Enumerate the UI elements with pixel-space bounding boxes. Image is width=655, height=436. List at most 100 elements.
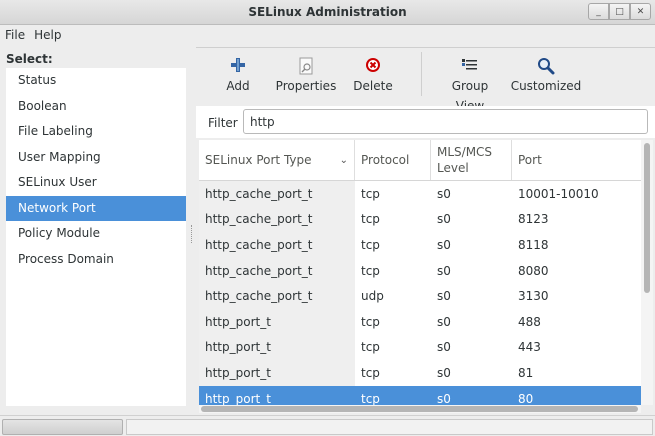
cell-port: 3130 xyxy=(518,289,549,304)
menu-bar: File Help xyxy=(0,25,655,45)
cell-mls-level: s0 xyxy=(437,314,451,329)
vertical-scroll-thumb[interactable] xyxy=(644,143,650,293)
cell-protocol: tcp xyxy=(361,212,380,227)
sidebar-item-selinux-user[interactable]: SELinux User xyxy=(6,170,186,196)
cell-mls-level: s0 xyxy=(437,186,451,201)
column-header-protocol[interactable]: Protocol xyxy=(355,140,431,180)
cell-protocol: tcp xyxy=(361,237,380,252)
progress-bar xyxy=(2,419,123,435)
add-label: Add xyxy=(226,79,250,93)
filter-input[interactable] xyxy=(243,109,648,134)
delete-label: Delete xyxy=(353,79,393,93)
cell-protocol: tcp xyxy=(361,391,380,405)
pane-resize-handle[interactable] xyxy=(191,225,193,243)
cell-protocol: tcp xyxy=(361,314,380,329)
properties-icon xyxy=(270,48,342,76)
delete-icon xyxy=(346,48,400,76)
vertical-scrollbar[interactable] xyxy=(641,140,653,405)
column-header-port[interactable]: Port xyxy=(512,140,641,180)
cell-port: 8080 xyxy=(518,263,549,278)
horizontal-scrollbar[interactable] xyxy=(199,405,641,413)
port-table: SELinux Port Type ⌄ Protocol MLS/MCS Lev… xyxy=(199,140,641,405)
cell-port: 488 xyxy=(518,314,541,329)
properties-label: Properties xyxy=(275,79,337,93)
cell-protocol: udp xyxy=(361,289,384,304)
search-icon xyxy=(510,48,582,76)
cell-port: 80 xyxy=(518,391,534,405)
filter-row: Filter xyxy=(196,106,655,138)
close-icon: ✕ xyxy=(636,6,645,17)
cell-port-type: http_cache_port_t xyxy=(199,206,355,233)
table-row[interactable]: http_cache_port_t tcp s0 8123 xyxy=(199,206,641,233)
toolbar-separator xyxy=(421,52,422,96)
status-bar xyxy=(0,415,655,436)
maximize-icon: □ xyxy=(615,6,624,17)
cell-port: 8123 xyxy=(518,212,549,227)
cell-port-type: http_cache_port_t xyxy=(199,283,355,309)
cell-port-type: http_port_t xyxy=(199,385,355,405)
column-header-mls-level[interactable]: MLS/MCS Level xyxy=(431,140,512,180)
table-row[interactable]: http_cache_port_t tcp s0 8118 xyxy=(199,232,641,258)
sidebar-item-user-mapping[interactable]: User Mapping xyxy=(6,145,186,171)
group-view-icon xyxy=(436,48,504,76)
table-row[interactable]: http_cache_port_t tcp s0 8080 xyxy=(199,257,641,284)
horizontal-scroll-thumb[interactable] xyxy=(201,406,638,412)
table-row[interactable]: http_port_t tcp s0 81 xyxy=(199,360,641,386)
cell-port-type: http_port_t xyxy=(199,360,355,386)
maximize-button[interactable]: □ xyxy=(609,3,630,20)
group-view-button[interactable]: Group View xyxy=(436,48,504,113)
cell-mls-level: s0 xyxy=(437,237,451,252)
cell-protocol: tcp xyxy=(361,365,380,380)
properties-button[interactable]: Properties xyxy=(270,48,342,104)
table-row[interactable]: http_port_t tcp s0 80 xyxy=(199,385,641,405)
table-row[interactable]: http_cache_port_t udp s0 3130 xyxy=(199,283,641,309)
add-button[interactable]: Add xyxy=(210,48,266,104)
chevron-down-icon: ⌄ xyxy=(339,154,348,166)
table-row[interactable]: http_port_t tcp s0 488 xyxy=(199,308,641,335)
customized-button[interactable]: Customized xyxy=(510,48,582,104)
table-body: http_cache_port_t tcp s0 10001-10010 http_ca… xyxy=(199,181,641,405)
column-header-port-type[interactable]: SELinux Port Type ⌄ xyxy=(199,140,355,180)
title-bar: SELinux Administration _ □ ✕ xyxy=(0,0,655,25)
plus-icon xyxy=(210,48,266,76)
cell-mls-level: s0 xyxy=(437,365,451,380)
column-header-port-type-label: SELinux Port Type xyxy=(205,153,312,167)
close-button[interactable]: ✕ xyxy=(630,3,651,20)
status-field xyxy=(126,419,653,435)
window-title: SELinux Administration xyxy=(248,5,407,19)
sidebar-item-process-domain[interactable]: Process Domain xyxy=(6,247,186,273)
customized-label: Customized xyxy=(510,79,582,93)
cell-protocol: tcp xyxy=(361,340,380,355)
menu-file[interactable]: File xyxy=(5,25,25,45)
cell-mls-level: s0 xyxy=(437,391,451,405)
cell-protocol: tcp xyxy=(361,186,380,201)
sidebar-item-network-port[interactable]: Network Port xyxy=(6,195,186,221)
sidebar: Status Boolean File Labeling User Mappin… xyxy=(6,68,186,406)
cell-port-type: http_port_t xyxy=(199,334,355,361)
delete-button[interactable]: Delete xyxy=(346,48,400,104)
sidebar-item-boolean[interactable]: Boolean xyxy=(6,94,186,120)
select-label: Select: xyxy=(6,52,53,66)
table-row[interactable]: http_port_t tcp s0 443 xyxy=(199,334,641,361)
minimize-icon: _ xyxy=(596,6,601,17)
cell-mls-level: s0 xyxy=(437,212,451,227)
sidebar-item-policy-module[interactable]: Policy Module xyxy=(6,221,186,247)
filter-label: Filter xyxy=(208,116,238,130)
minimize-button[interactable]: _ xyxy=(588,3,609,20)
sidebar-item-file-labeling[interactable]: File Labeling xyxy=(6,119,186,145)
menu-help[interactable]: Help xyxy=(34,25,61,45)
cell-port: 8118 xyxy=(518,237,549,252)
cell-port-type: http_cache_port_t xyxy=(199,257,355,284)
window-controls: _ □ ✕ xyxy=(588,3,651,20)
cell-port: 443 xyxy=(518,340,541,355)
cell-port-type: http_cache_port_t xyxy=(199,232,355,258)
cell-port-type: http_cache_port_t xyxy=(199,181,355,207)
column-header-mls-level-label: MLS/MCS Level xyxy=(437,145,493,175)
table-header: SELinux Port Type ⌄ Protocol MLS/MCS Lev… xyxy=(199,140,641,181)
table-row[interactable]: http_cache_port_t tcp s0 10001-10010 xyxy=(199,181,641,207)
cell-port-type: http_port_t xyxy=(199,308,355,335)
cell-port: 10001-10010 xyxy=(518,186,599,201)
sidebar-item-status[interactable]: Status xyxy=(6,68,186,94)
cell-mls-level: s0 xyxy=(437,340,451,355)
toolbar: Add Properties Delete Group View Customi… xyxy=(196,47,655,113)
